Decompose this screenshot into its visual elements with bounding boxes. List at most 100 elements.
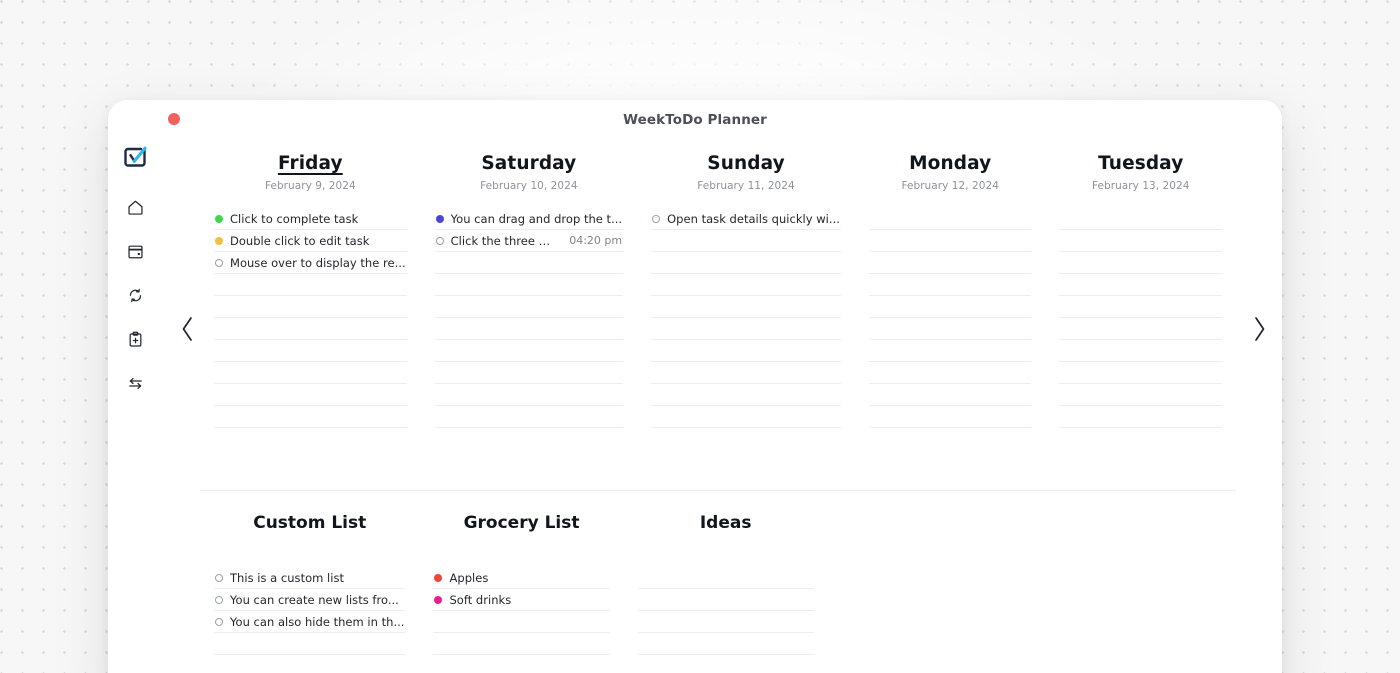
empty-task-row[interactable]	[1059, 362, 1223, 384]
empty-task-row[interactable]	[651, 252, 841, 274]
task-checkbox-filled[interactable]	[434, 573, 443, 582]
task-checkbox-empty[interactable]	[215, 595, 223, 604]
task-row[interactable]: Click the three do... 04:20 pm	[434, 230, 624, 252]
task-checkbox-filled[interactable]	[215, 236, 223, 245]
task-checkbox-filled[interactable]	[434, 595, 443, 604]
empty-task-row[interactable]	[433, 655, 609, 673]
day-task-list: You can drag and drop the t... Click the …	[434, 208, 624, 428]
task-checkbox-empty[interactable]	[215, 573, 223, 582]
empty-task-row[interactable]	[868, 274, 1032, 296]
empty-task-row[interactable]	[434, 362, 624, 384]
empty-task-row[interactable]	[434, 318, 624, 340]
task-checkbox-empty[interactable]	[215, 617, 223, 626]
day-column-sunday: Sunday February 11, 2024 Open task details…	[637, 152, 855, 428]
empty-task-row[interactable]	[651, 340, 841, 362]
empty-task-row[interactable]	[214, 296, 407, 318]
empty-task-row[interactable]	[214, 340, 407, 362]
empty-task-row[interactable]	[868, 362, 1032, 384]
empty-task-row[interactable]	[214, 274, 407, 296]
task-row[interactable]: Apples	[433, 567, 610, 589]
task-checkbox-empty[interactable]	[435, 236, 444, 245]
task-row[interactable]: You can also hide them in th...	[214, 611, 406, 633]
empty-task-row[interactable]	[1059, 340, 1223, 362]
empty-task-row[interactable]	[651, 274, 841, 296]
clipboard-plus-icon	[129, 331, 141, 347]
empty-task-row[interactable]	[1059, 208, 1223, 230]
empty-task-row[interactable]	[214, 362, 407, 384]
empty-task-row[interactable]	[868, 384, 1032, 406]
empty-task-row[interactable]	[434, 274, 624, 296]
empty-task-row[interactable]	[214, 406, 407, 428]
empty-task-row[interactable]	[868, 318, 1032, 340]
empty-task-row[interactable]	[651, 230, 841, 252]
empty-task-row[interactable]	[868, 230, 1032, 252]
empty-task-row[interactable]	[1059, 406, 1223, 428]
empty-task-row[interactable]	[434, 340, 624, 362]
task-row[interactable]: Open task details quickly wi...	[651, 208, 841, 230]
empty-task-row[interactable]	[637, 589, 814, 611]
empty-task-row[interactable]	[434, 384, 624, 406]
list-task-list: Apples Soft drinks	[433, 567, 610, 673]
empty-task-row[interactable]	[433, 611, 610, 633]
next-week-button[interactable]	[1242, 307, 1276, 351]
empty-task-row[interactable]	[214, 318, 407, 340]
previous-week-button[interactable]	[170, 307, 204, 351]
task-checkbox-empty[interactable]	[215, 258, 223, 267]
empty-task-row[interactable]	[434, 296, 624, 318]
empty-task-row[interactable]	[1059, 252, 1223, 274]
weektodo-logo-icon[interactable]	[118, 140, 152, 174]
task-checkbox-filled[interactable]	[435, 214, 444, 223]
title-bar: WeekToDo Planner	[108, 100, 1282, 139]
custom-list-columns: Custom List This is a custom list You can …	[200, 512, 1236, 673]
empty-task-row[interactable]	[1059, 296, 1223, 318]
empty-task-row[interactable]	[637, 611, 814, 633]
sidebar-item-home[interactable]	[118, 190, 152, 224]
sidebar-item-sync[interactable]	[118, 278, 152, 312]
task-row[interactable]: This is a custom list	[214, 567, 406, 589]
empty-task-row[interactable]	[214, 633, 406, 655]
window-title: WeekToDo Planner	[623, 112, 767, 128]
day-column-monday: Monday February 12, 2024	[855, 152, 1046, 428]
empty-task-row[interactable]	[1059, 318, 1223, 340]
sidebar-item-add-task[interactable]	[118, 322, 152, 356]
empty-task-row[interactable]	[434, 252, 624, 274]
empty-task-row[interactable]	[651, 384, 841, 406]
empty-task-row[interactable]	[1059, 384, 1223, 406]
empty-task-row[interactable]	[433, 633, 610, 655]
empty-task-row[interactable]	[214, 655, 405, 673]
empty-task-row[interactable]	[868, 340, 1032, 362]
sidebar-item-transfer[interactable]	[118, 366, 152, 400]
empty-task-row[interactable]	[638, 655, 814, 673]
task-row[interactable]: Double click to edit task	[214, 230, 407, 252]
task-row[interactable]: Click to complete task	[214, 208, 407, 230]
task-row[interactable]: Mouse over to display the re...	[214, 252, 407, 274]
empty-task-row[interactable]	[868, 208, 1032, 230]
empty-task-row[interactable]	[637, 567, 814, 589]
task-row[interactable]: You can drag and drop the t...	[434, 208, 624, 230]
empty-task-row[interactable]	[651, 406, 841, 428]
calendar-icon	[127, 245, 143, 258]
empty-task-row[interactable]	[637, 633, 814, 655]
empty-task-row[interactable]	[1059, 274, 1223, 296]
sidebar-item-calendar[interactable]	[118, 234, 152, 268]
empty-task-row[interactable]	[651, 318, 841, 340]
day-task-list	[1059, 208, 1223, 428]
sidebar-more-button[interactable]	[120, 666, 150, 673]
empty-task-row[interactable]	[868, 406, 1032, 428]
task-row[interactable]: Soft drinks	[433, 589, 610, 611]
task-checkbox-empty[interactable]	[652, 214, 661, 223]
task-label: You can drag and drop the t...	[450, 211, 623, 226]
empty-task-row[interactable]	[1059, 230, 1223, 252]
day-column-tuesday: Tuesday February 13, 2024	[1045, 152, 1236, 428]
list-task-list	[637, 567, 814, 673]
empty-task-row[interactable]	[214, 384, 407, 406]
day-columns: Friday February 9, 2024 Click to complete …	[200, 152, 1236, 428]
empty-task-row[interactable]	[868, 252, 1032, 274]
section-divider	[200, 490, 1236, 491]
empty-task-row[interactable]	[868, 296, 1032, 318]
task-row[interactable]: You can create new lists fro...	[214, 589, 406, 611]
empty-task-row[interactable]	[651, 296, 841, 318]
empty-task-row[interactable]	[651, 362, 841, 384]
task-checkbox-filled[interactable]	[215, 214, 223, 223]
empty-task-row[interactable]	[434, 406, 624, 428]
